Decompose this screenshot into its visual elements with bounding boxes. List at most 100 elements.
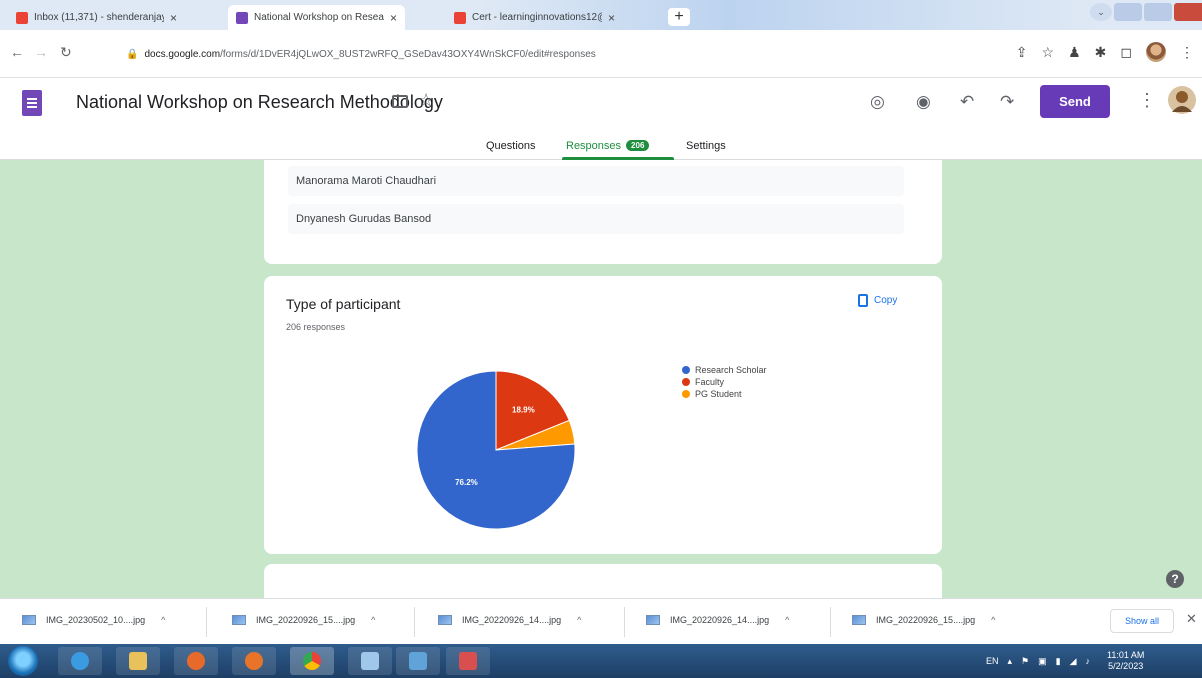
profile-avatar[interactable] [1146, 42, 1166, 62]
taskbar-media-icon[interactable] [174, 647, 218, 675]
tab-title: Cert - learninginnovations12@... [472, 12, 602, 23]
forward-icon[interactable]: → [34, 44, 48, 60]
taskbar: EN ▴ ⚑ ▣ ▮ ◢ ♪ 11:01 AM 5/2/2023 [0, 644, 1202, 678]
address-bar-row: ← → ↻ 🔒 docs.google.com /forms/d/1DvER4j… [0, 30, 1202, 78]
list-item: Dnyanesh Gurudas Bansod [288, 204, 904, 234]
new-tab-button[interactable]: + [668, 8, 690, 26]
preview-eye-icon[interactable]: ◉ [916, 92, 931, 112]
tab-title: National Workshop on Research [254, 12, 384, 23]
download-item[interactable]: IMG_20220926_15....jpg ^ [852, 615, 995, 625]
download-item[interactable]: IMG_20220926_15....jpg ^ [232, 615, 375, 625]
share-icon[interactable]: ⇪ [1016, 44, 1028, 61]
maximize-button[interactable] [1144, 3, 1172, 21]
copy-chart-button[interactable]: Copy [858, 294, 897, 307]
url-field[interactable]: 🔒 docs.google.com /forms/d/1DvER4jQLwOX_… [120, 42, 970, 66]
download-filename: IMG_20220926_15....jpg [876, 615, 976, 625]
send-button[interactable]: Send [1040, 85, 1110, 118]
tab-title: Inbox (11,371) - shenderanjay@... [34, 12, 164, 23]
image-file-icon [438, 615, 452, 625]
download-item[interactable]: IMG_20220926_14....jpg ^ [646, 615, 789, 625]
taskbar-paint-icon[interactable] [396, 647, 440, 675]
browser-menu-icon[interactable]: ⋮ [1180, 44, 1194, 61]
download-item[interactable]: IMG_20230502_10....jpg ^ [22, 615, 165, 625]
chevron-up-icon[interactable]: ^ [371, 615, 375, 625]
more-options-icon[interactable]: ⋮ [1138, 90, 1156, 111]
legend-swatch [682, 390, 690, 398]
tab-settings[interactable]: Settings [686, 140, 726, 152]
tray-arrow-icon[interactable]: ▴ [1008, 656, 1013, 667]
divider [206, 607, 207, 637]
flag-icon[interactable]: ⚑ [1021, 656, 1029, 667]
chevron-up-icon[interactable]: ^ [161, 615, 165, 625]
help-icon[interactable]: ? [1166, 570, 1184, 588]
tab-questions[interactable]: Questions [486, 140, 536, 152]
browser-tab-gmail[interactable]: Inbox (11,371) - shenderanjay@... × [8, 5, 185, 30]
lock-icon: 🔒 [126, 48, 139, 60]
download-item[interactable]: IMG_20220926_14....jpg ^ [438, 615, 581, 625]
reload-icon[interactable]: ↻ [60, 44, 72, 61]
taskbar-window-icon[interactable] [348, 647, 392, 675]
form-title[interactable]: National Workshop on Research Methodolog… [76, 92, 443, 113]
chevron-up-icon[interactable]: ^ [785, 615, 789, 625]
close-window-button[interactable] [1174, 3, 1202, 21]
image-file-icon [852, 615, 866, 625]
download-filename: IMG_20220926_15....jpg [256, 615, 356, 625]
pie-slice-label: 18.9% [512, 405, 535, 414]
start-button[interactable] [8, 646, 38, 676]
user-avatar[interactable] [1168, 86, 1196, 114]
question-title: Type of participant [286, 296, 401, 312]
list-item: Manorama Maroti Chaudhari [288, 166, 904, 196]
chevron-up-icon[interactable]: ^ [577, 615, 581, 625]
monitor-icon[interactable]: ▣ [1038, 656, 1047, 667]
browser-tab-forms[interactable]: National Workshop on Research × [228, 5, 406, 30]
folder-icon[interactable] [392, 95, 408, 108]
minimize-button[interactable] [1114, 3, 1142, 21]
window-controls: ⌄ [1088, 2, 1202, 22]
network-icon[interactable]: ▮ [1056, 656, 1061, 667]
taskbar-folder-icon[interactable] [116, 647, 160, 675]
chart-legend: Research Scholar Faculty PG Student [682, 364, 767, 400]
clock-date: 5/2/2023 [1108, 661, 1144, 671]
legend-label: Faculty [695, 377, 725, 387]
signal-icon[interactable]: ◢ [1070, 656, 1077, 667]
bookmark-star-icon[interactable]: ☆ [1042, 44, 1055, 61]
taskbar-chrome-icon[interactable] [290, 647, 334, 675]
forms-icon [236, 11, 248, 24]
palette-icon[interactable]: ◎ [870, 92, 885, 112]
legend-item: PG Student [682, 388, 767, 400]
show-all-button[interactable]: Show all [1110, 609, 1174, 633]
question-summary-card: Type of participant 206 responses Copy 1… [264, 276, 942, 554]
gmail-icon [454, 11, 466, 24]
taskbar-app-icon[interactable] [446, 647, 490, 675]
close-tab-icon[interactable]: × [608, 11, 615, 25]
tab-search-icon[interactable]: ⌄ [1090, 3, 1112, 21]
close-tab-icon[interactable]: × [170, 11, 177, 25]
taskbar-ie-icon[interactable] [58, 647, 102, 675]
clock[interactable]: 11:01 AM 5/2/2023 [1107, 650, 1144, 672]
chevron-up-icon[interactable]: ^ [991, 615, 995, 625]
name-list-card: Manorama Maroti Chaudhari Dnyanesh Gurud… [264, 160, 942, 264]
side-panel-icon[interactable]: ◻ [1120, 44, 1132, 61]
taskbar-firefox-icon[interactable] [232, 647, 276, 675]
legend-label: PG Student [695, 389, 742, 399]
tab-responses[interactable]: Responses 206 [566, 140, 650, 152]
response-count: 206 responses [286, 322, 346, 332]
language-indicator[interactable]: EN [986, 656, 999, 666]
undo-icon[interactable]: ↶ [960, 92, 974, 112]
close-tab-icon[interactable]: × [390, 11, 397, 25]
star-icon[interactable]: ☆ [418, 90, 434, 111]
back-icon[interactable]: ← [10, 44, 24, 60]
browser-tab-cert[interactable]: Cert - learninginnovations12@... × [446, 5, 623, 30]
image-file-icon [646, 615, 660, 625]
forms-logo-icon[interactable] [22, 90, 42, 116]
redo-icon[interactable]: ↷ [1000, 92, 1014, 112]
divider [624, 607, 625, 637]
browser-tab-strip: Inbox (11,371) - shenderanjay@... × Nati… [0, 0, 1202, 30]
responses-content[interactable]: Manorama Maroti Chaudhari Dnyanesh Gurud… [0, 160, 1202, 598]
extension-icon[interactable]: ♟ [1068, 44, 1081, 61]
close-downloads-icon[interactable]: ✕ [1186, 611, 1197, 627]
next-question-card [264, 564, 942, 598]
legend-swatch [682, 366, 690, 374]
puzzle-icon[interactable]: ✱ [1095, 44, 1107, 61]
volume-icon[interactable]: ♪ [1086, 656, 1091, 666]
